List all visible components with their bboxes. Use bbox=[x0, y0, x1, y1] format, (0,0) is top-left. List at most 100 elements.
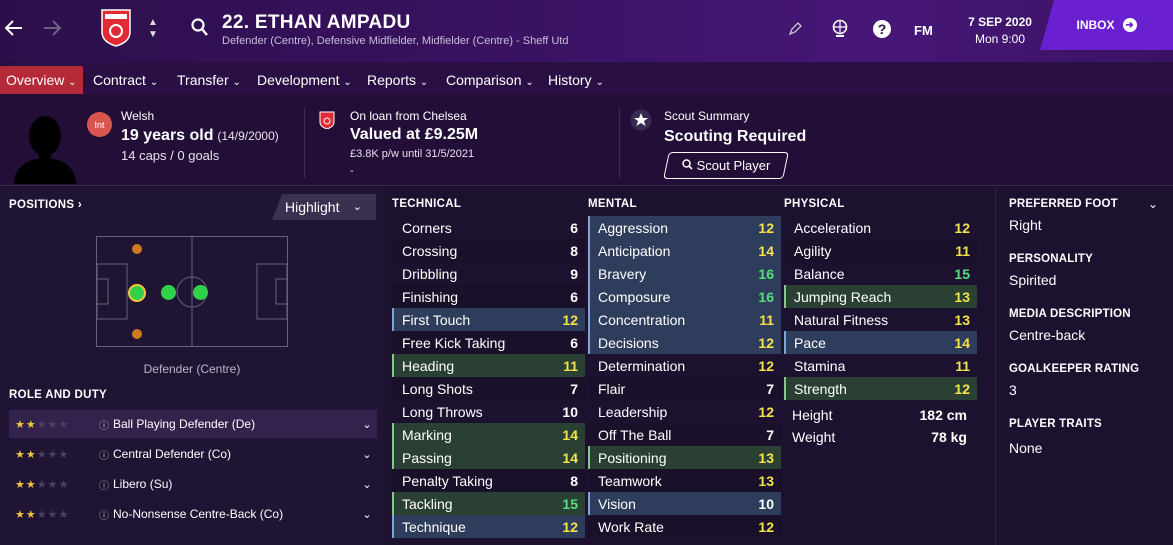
attribute-row[interactable]: Work Rate 12 bbox=[588, 515, 781, 538]
chevron-down-icon[interactable]: ⌄ bbox=[1148, 197, 1158, 211]
mental-header: MENTAL bbox=[588, 198, 637, 210]
attribute-row[interactable]: Stamina 11 bbox=[784, 354, 977, 377]
attribute-row[interactable]: Passing 14 bbox=[392, 446, 585, 469]
attribute-name: Jumping Reach bbox=[794, 288, 892, 305]
role-row[interactable]: ★★★★★ ⓘ No-Nonsense Centre-Back (Co) ⌄ bbox=[9, 500, 377, 528]
info-icon[interactable]: ⓘ bbox=[99, 507, 113, 522]
attribute-row[interactable]: Decisions 12 bbox=[588, 331, 781, 354]
role-rating-stars: ★★★★★ bbox=[15, 418, 70, 431]
attribute-name: Passing bbox=[402, 449, 452, 466]
position-dot-mc bbox=[193, 285, 208, 300]
attribute-row[interactable]: Natural Fitness 13 bbox=[784, 308, 977, 331]
attribute-name: Composure bbox=[598, 288, 671, 305]
attribute-name: Penalty Taking bbox=[402, 472, 493, 489]
attribute-row[interactable]: Crossing 8 bbox=[392, 239, 585, 262]
attribute-row[interactable]: Agility 11 bbox=[784, 239, 977, 262]
attribute-value: 13 bbox=[758, 449, 774, 466]
role-name: Ball Playing Defender (De) bbox=[113, 417, 256, 431]
attribute-row[interactable]: Long Shots 7 bbox=[392, 377, 585, 400]
globe-icon[interactable] bbox=[831, 19, 849, 42]
role-row[interactable]: ★★★★★ ⓘ Central Defender (Co) ⌄ bbox=[9, 440, 377, 468]
attribute-name: Off The Ball bbox=[598, 426, 672, 443]
back-arrow-icon[interactable] bbox=[4, 18, 24, 43]
attribute-name: Teamwork bbox=[598, 472, 662, 489]
attribute-row[interactable]: Flair 7 bbox=[588, 377, 781, 400]
attribute-row[interactable]: Penalty Taking 8 bbox=[392, 469, 585, 492]
scout-player-button[interactable]: Scout Player bbox=[663, 152, 789, 179]
tab-history[interactable]: History ⌄ bbox=[542, 66, 610, 95]
attribute-row[interactable]: First Touch 12 bbox=[392, 308, 585, 331]
inbox-button[interactable]: INBOX ➜ bbox=[1040, 0, 1173, 50]
goalkeeper-rating: 3 bbox=[1009, 382, 1017, 398]
forward-arrow-icon[interactable] bbox=[42, 18, 62, 43]
tab-development[interactable]: Development ⌄ bbox=[251, 66, 358, 95]
attribute-row[interactable]: Tackling 15 bbox=[392, 492, 585, 515]
attribute-row[interactable]: Vision 10 bbox=[588, 492, 781, 515]
divider bbox=[619, 108, 620, 178]
attribute-row[interactable]: Leadership 12 bbox=[588, 400, 781, 423]
attribute-row[interactable]: Composure 16 bbox=[588, 285, 781, 308]
attribute-row[interactable]: Teamwork 13 bbox=[588, 469, 781, 492]
tab-comparison[interactable]: Comparison ⌄ bbox=[440, 66, 540, 95]
attribute-row[interactable]: Long Throws 10 bbox=[392, 400, 585, 423]
tab-reports[interactable]: Reports ⌄ bbox=[361, 66, 434, 95]
help-icon[interactable]: ? bbox=[872, 19, 892, 42]
star-icon bbox=[630, 109, 652, 134]
attribute-row[interactable]: Aggression 12 bbox=[588, 216, 781, 239]
player-name: 22. ETHAN AMPADU bbox=[222, 12, 411, 33]
role-row[interactable]: ★★★★★ ⓘ Libero (Su) ⌄ bbox=[9, 470, 377, 498]
attribute-row[interactable]: Determination 12 bbox=[588, 354, 781, 377]
date-continue[interactable]: 7 SEP 2020 Mon 9:00 bbox=[950, 15, 1050, 46]
position-dot-dl bbox=[132, 329, 142, 339]
attribute-row[interactable]: Jumping Reach 13 bbox=[784, 285, 977, 308]
tab-contract[interactable]: Contract ⌄ bbox=[87, 66, 164, 95]
info-icon[interactable]: ⓘ bbox=[99, 417, 113, 432]
attribute-value: 8 bbox=[570, 472, 578, 489]
date-of-birth: (14/9/2000) bbox=[217, 129, 279, 143]
attribute-row[interactable]: Off The Ball 7 bbox=[588, 423, 781, 446]
attribute-value: 11 bbox=[955, 357, 970, 374]
technical-header: TECHNICAL bbox=[392, 198, 462, 210]
technical-column: TECHNICAL Corners 6 Crossing 8 Dribbling 9 Fin… bbox=[392, 198, 585, 538]
attribute-row[interactable]: Anticipation 14 bbox=[588, 239, 781, 262]
attribute-row[interactable]: Corners 6 bbox=[392, 216, 585, 239]
pencil-icon[interactable] bbox=[788, 22, 802, 39]
attribute-row[interactable]: Marking 14 bbox=[392, 423, 585, 446]
attribute-value: 10 bbox=[758, 495, 774, 512]
info-icon[interactable]: ⓘ bbox=[99, 447, 113, 462]
attribute-name: Crossing bbox=[402, 242, 458, 259]
attribute-name: Balance bbox=[794, 265, 845, 282]
tab-overview[interactable]: Overview ⌄ bbox=[0, 66, 83, 95]
fm-menu[interactable]: FM bbox=[914, 23, 933, 38]
attribute-row[interactable]: Dribbling 9 bbox=[392, 262, 585, 285]
attribute-value: 11 bbox=[955, 242, 970, 259]
chevron-down-icon[interactable]: ⌄ bbox=[357, 418, 377, 431]
attribute-row[interactable]: Finishing 6 bbox=[392, 285, 585, 308]
attribute-value: 7 bbox=[766, 426, 774, 443]
position-dot-dc bbox=[128, 284, 146, 302]
attribute-row[interactable]: Acceleration 12 bbox=[784, 216, 977, 239]
chevron-down-icon[interactable]: ⌄ bbox=[357, 478, 377, 491]
club-badge-icon[interactable] bbox=[100, 8, 132, 48]
divider bbox=[304, 108, 305, 178]
attribute-row[interactable]: Pace 14 bbox=[784, 331, 977, 354]
info-icon[interactable]: ⓘ bbox=[99, 477, 113, 492]
attribute-row[interactable]: Bravery 16 bbox=[588, 262, 781, 285]
attribute-row[interactable]: Positioning 13 bbox=[588, 446, 781, 469]
attribute-row[interactable]: Technique 12 bbox=[392, 515, 585, 538]
positions-header[interactable]: POSITIONS › bbox=[9, 199, 82, 211]
role-row[interactable]: ★★★★★ ⓘ Ball Playing Defender (De) ⌄ bbox=[9, 410, 377, 438]
chevron-down-icon[interactable]: ⌄ bbox=[357, 508, 377, 521]
chevron-down-icon[interactable]: ⌄ bbox=[357, 448, 377, 461]
highlight-dropdown[interactable]: Highlight ⌄ bbox=[272, 194, 376, 220]
attribute-name: Dribbling bbox=[402, 265, 458, 282]
attribute-row[interactable]: Balance 15 bbox=[784, 262, 977, 285]
attribute-row[interactable]: Heading 11 bbox=[392, 354, 585, 377]
tab-transfer[interactable]: Transfer ⌄ bbox=[171, 66, 247, 95]
age: 19 years old bbox=[121, 127, 214, 144]
attribute-row[interactable]: Free Kick Taking 6 bbox=[392, 331, 585, 354]
search-icon[interactable] bbox=[191, 18, 209, 41]
attribute-row[interactable]: Concentration 11 bbox=[588, 308, 781, 331]
attribute-row[interactable]: Strength 12 bbox=[784, 377, 977, 400]
player-switcher-icon[interactable]: ▲ ▼ bbox=[148, 17, 158, 41]
